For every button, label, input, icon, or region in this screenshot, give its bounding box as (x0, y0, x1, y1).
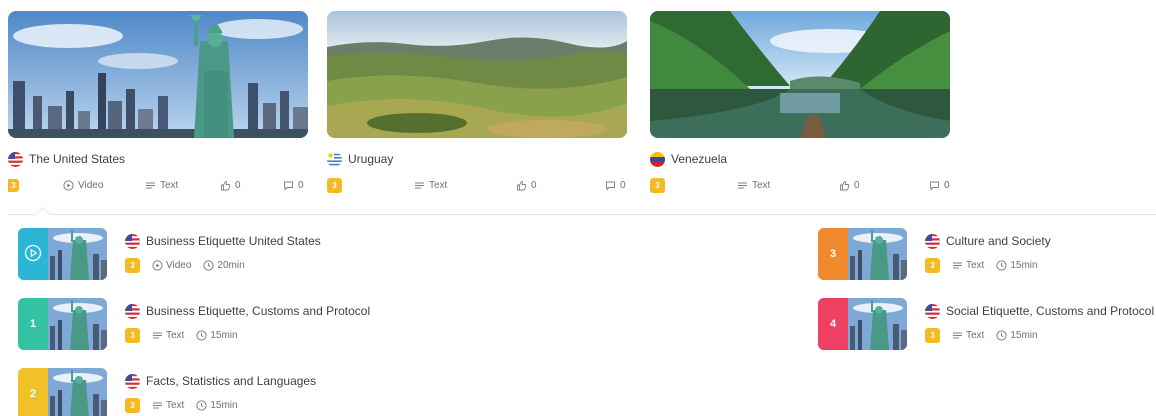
clock-icon (996, 329, 1007, 341)
text-lines-icon (952, 260, 963, 271)
card-thumbnail-uruguay[interactable] (327, 11, 627, 138)
text-indicator: Text (145, 177, 178, 193)
lesson-thumbnail[interactable]: 1 (18, 298, 107, 350)
card-title[interactable]: Venezuela (671, 152, 727, 166)
like-button[interactable]: 0 (220, 177, 241, 193)
us-flag-icon (125, 303, 140, 319)
lesson-thumbnail[interactable]: 2 (18, 368, 107, 416)
comment-button[interactable]: 0 (929, 177, 950, 193)
thumbs-up-icon (220, 180, 231, 191)
us-flag-icon (925, 233, 940, 249)
level-badge: 3 (125, 327, 140, 343)
lesson-title[interactable]: Culture and Society (946, 234, 1051, 248)
lesson-duration: 20min (203, 259, 245, 271)
card-title[interactable]: The United States (29, 152, 125, 166)
level-badge: 3 (327, 177, 342, 193)
lesson-thumbnail[interactable] (18, 228, 107, 280)
lesson-type: Text (952, 260, 984, 271)
lesson-accent-stripe: 2 (18, 368, 48, 416)
lesson-duration: 15min (996, 329, 1038, 341)
lesson-title[interactable]: Social Etiquette, Customs and Protocol (946, 304, 1154, 318)
clock-icon (196, 399, 207, 411)
clock-icon (996, 259, 1007, 271)
level-badge: 3 (8, 178, 19, 192)
lesson-accent-stripe: 3 (818, 228, 848, 280)
text-lines-icon (737, 180, 748, 191)
clock-icon (203, 259, 215, 271)
lesson-duration: 15min (996, 259, 1038, 271)
play-circle-icon (152, 259, 163, 271)
venezuela-flag-icon (650, 151, 665, 167)
expanded-card-pointer (35, 206, 51, 222)
us-flag-icon (925, 303, 940, 319)
lesson-type: Text (952, 330, 984, 341)
comment-button[interactable]: 0 (605, 177, 626, 193)
lesson-type: Text (152, 330, 184, 341)
text-lines-icon (952, 330, 963, 341)
level-badge: 3 (125, 397, 140, 413)
like-button[interactable]: 0 (839, 177, 860, 193)
section-divider (8, 214, 1156, 215)
text-indicator: Text (737, 177, 770, 193)
level-badge: 3 (925, 327, 940, 343)
clock-icon (196, 329, 207, 341)
lesson-accent-stripe (18, 228, 48, 280)
lesson-accent-stripe: 4 (818, 298, 848, 350)
thumbs-up-icon (516, 180, 527, 191)
play-circle-icon[interactable] (24, 244, 42, 265)
lesson-title[interactable]: Business Etiquette United States (146, 234, 321, 248)
uruguay-flag-icon (327, 151, 342, 167)
us-flag-icon (8, 151, 23, 167)
lesson-type: Text (152, 400, 184, 411)
text-lines-icon (145, 180, 156, 191)
text-lines-icon (152, 400, 163, 411)
play-circle-icon (63, 179, 74, 191)
lesson-duration: 15min (196, 329, 238, 341)
lesson-thumbnail[interactable]: 3 (818, 228, 907, 280)
comment-button[interactable]: 0 (283, 177, 304, 193)
level-badge: 3 (125, 257, 140, 273)
level-badge: 3 (650, 177, 665, 193)
card-title[interactable]: Uruguay (348, 152, 393, 166)
video-indicator: Video (63, 177, 103, 193)
lesson-thumbnail[interactable]: 4 (818, 298, 907, 350)
us-flag-icon (125, 373, 140, 389)
comment-icon (929, 180, 940, 191)
text-lines-icon (152, 330, 163, 341)
comment-icon (283, 180, 294, 191)
lesson-title[interactable]: Facts, Statistics and Languages (146, 374, 316, 388)
level-badge: 3 (925, 257, 940, 273)
text-lines-icon (414, 180, 425, 191)
us-flag-icon (125, 233, 140, 249)
thumbs-up-icon (839, 180, 850, 191)
lesson-accent-stripe: 1 (18, 298, 48, 350)
card-thumbnail-venezuela[interactable] (650, 11, 950, 138)
lesson-title[interactable]: Business Etiquette, Customs and Protocol (146, 304, 370, 318)
lesson-type: Video (152, 260, 191, 271)
lesson-duration: 15min (196, 399, 238, 411)
comment-icon (605, 180, 616, 191)
text-indicator: Text (414, 177, 447, 193)
card-thumbnail-united-states[interactable] (8, 11, 308, 138)
like-button[interactable]: 0 (516, 177, 537, 193)
